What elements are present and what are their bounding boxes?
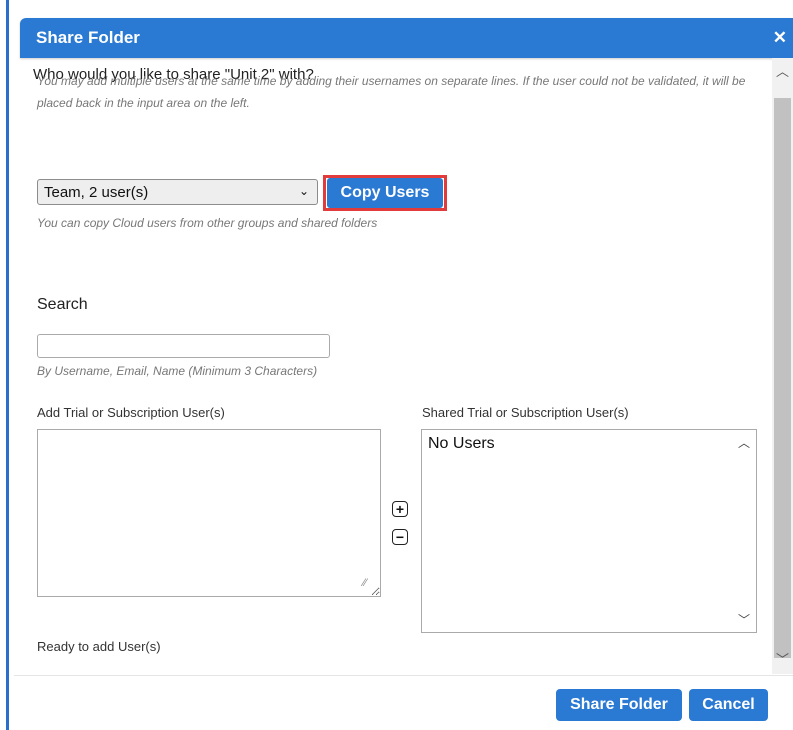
add-user-button[interactable]: + <box>392 501 408 517</box>
add-users-textarea[interactable] <box>37 429 381 597</box>
intro-hint: You may add multiple users at the same t… <box>37 74 746 110</box>
cancel-button[interactable]: Cancel <box>689 689 768 721</box>
dialog-titlebar: Share Folder ✕ <box>20 18 793 58</box>
dialog-scrollbar[interactable]: ︿ ﹀ <box>772 58 793 674</box>
shared-users-label: Shared Trial or Subscription User(s) <box>422 405 629 420</box>
close-icon[interactable]: ✕ <box>773 28 787 48</box>
dialog-title: Share Folder <box>36 28 140 47</box>
share-folder-dialog: Share Folder ✕ Who would you like to sha… <box>14 14 793 730</box>
list-item: No Users <box>428 435 495 452</box>
search-input[interactable] <box>37 334 330 358</box>
chevron-down-icon: ⌄ <box>298 184 309 198</box>
add-users-label: Add Trial or Subscription User(s) <box>37 405 225 420</box>
shared-users-list[interactable]: No Users ︿ ﹀ <box>421 429 757 633</box>
scrollbar-thumb[interactable] <box>774 98 791 658</box>
status-text: Ready to add User(s) <box>37 639 161 654</box>
resize-grip-icon[interactable]: ⁄⁄ <box>363 577 367 589</box>
copy-users-button[interactable]: Copy Users <box>327 178 443 208</box>
group-select[interactable]: Team, 2 user(s) ⌄ <box>37 179 318 205</box>
dialog-body: Who would you like to share "Unit 2" wit… <box>14 58 779 674</box>
background-page-edge <box>0 0 9 730</box>
chevron-up-icon[interactable]: ︿ <box>738 434 750 451</box>
search-hint: By Username, Email, Name (Minimum 3 Char… <box>37 364 318 378</box>
share-folder-button[interactable]: Share Folder <box>556 689 682 721</box>
group-select-value: Team, 2 user(s) <box>44 184 149 201</box>
copy-hint: You can copy Cloud users from other grou… <box>37 216 378 230</box>
chevron-down-icon[interactable]: ﹀ <box>738 611 750 628</box>
chevron-down-icon[interactable]: ﹀ <box>774 652 791 668</box>
remove-user-button[interactable]: − <box>392 529 408 545</box>
footer-divider <box>14 675 793 676</box>
search-label: Search <box>37 296 88 313</box>
chevron-up-icon[interactable]: ︿ <box>774 64 791 80</box>
